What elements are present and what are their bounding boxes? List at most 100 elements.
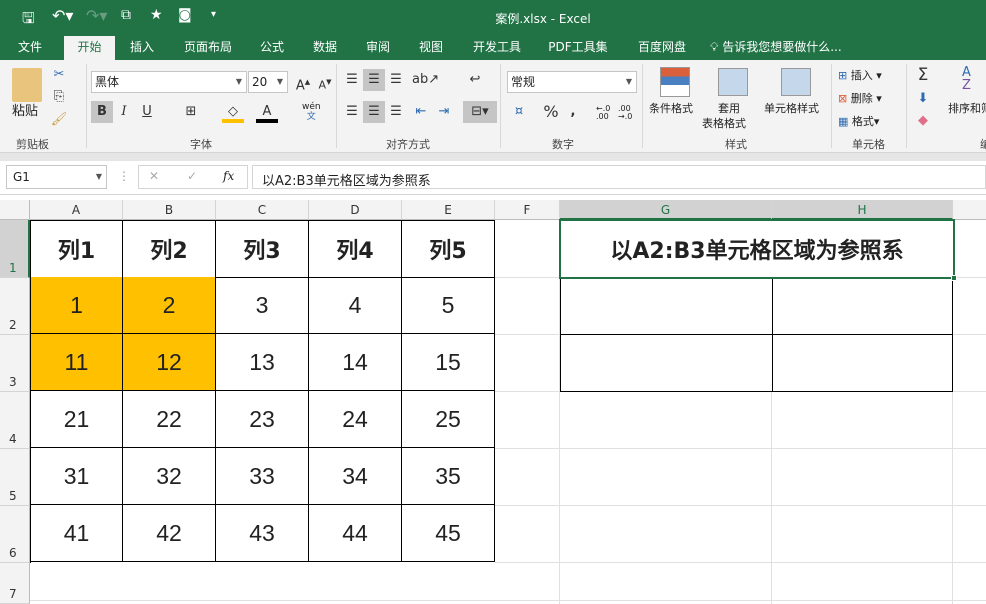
decrease-decimal-button[interactable]: .00 →.0 — [618, 105, 632, 121]
decrease-indent-icon[interactable]: ⇤ — [410, 101, 432, 123]
row-header-6[interactable]: 6 — [0, 506, 30, 563]
wrap-text-icon[interactable]: ↩ — [464, 69, 486, 91]
bold-button[interactable]: B — [91, 101, 113, 123]
tell-me-search[interactable]: 💡︎ 告诉我您想要做什么... — [710, 36, 850, 60]
table-cell[interactable]: 34 — [309, 448, 402, 505]
sort-filter-icon[interactable]: AZ — [962, 66, 971, 92]
currency-icon[interactable]: ¤ — [508, 101, 530, 123]
merge-center-icon[interactable]: ⊟▾ — [463, 101, 497, 123]
cancel-icon[interactable]: ✕ — [149, 169, 159, 183]
row-header-4[interactable]: 4 — [0, 392, 30, 449]
row-header-3[interactable]: 3 — [0, 335, 30, 392]
increase-decimal-button[interactable]: ←.0 .00 — [596, 105, 610, 121]
phonetic-button[interactable]: wén 文 — [302, 102, 321, 122]
cell-styles-button[interactable]: 单元格样式 — [764, 100, 819, 116]
comma-button[interactable]: , — [562, 101, 584, 123]
table-cell[interactable]: 32 — [123, 448, 216, 505]
row-header-2[interactable]: 2 — [0, 278, 30, 335]
tab-formulas[interactable]: 公式 — [250, 36, 294, 60]
clear-icon[interactable]: ◆ — [912, 110, 934, 132]
align-right-icon[interactable]: ☰ — [385, 101, 407, 123]
font-size-select[interactable]: 20 ▼ — [248, 71, 288, 93]
row-header-1[interactable]: 1 — [0, 220, 30, 278]
tab-home[interactable]: 开始 — [64, 36, 115, 60]
table-cell[interactable]: 25 — [402, 391, 495, 448]
paste-icon[interactable] — [12, 68, 42, 102]
column-header-f[interactable]: F — [495, 200, 560, 220]
tab-review[interactable]: 审阅 — [356, 36, 400, 60]
row-header-7[interactable]: 7 — [0, 563, 30, 604]
table-cell[interactable]: 11 — [31, 334, 123, 391]
merged-cell-g1-h1[interactable]: 以A2:B3单元格区域为参照系 — [559, 219, 955, 279]
tab-page-layout[interactable]: 页面布局 — [176, 36, 240, 60]
font-name-select[interactable]: 黑体 ▼ — [91, 71, 247, 93]
borders-icon[interactable]: ⊞ — [180, 101, 202, 123]
table-cell[interactable]: 14 — [309, 334, 402, 391]
format-table-button-line2[interactable]: 表格格式 — [702, 115, 746, 131]
orientation-icon[interactable]: ab↗ — [412, 69, 439, 91]
top-align-icon[interactable]: ☰ — [341, 69, 363, 91]
middle-align-icon[interactable]: ☰ — [363, 69, 385, 91]
cell-styles-icon[interactable] — [781, 68, 811, 96]
tab-baidu-netdisk[interactable]: 百度网盘 — [630, 36, 694, 60]
cut-icon[interactable]: ✂ — [48, 64, 70, 86]
table-cell[interactable]: 5 — [402, 277, 495, 334]
table-cell[interactable]: 44 — [309, 505, 402, 562]
increase-font-icon[interactable]: A▲ — [292, 71, 314, 93]
table-cell[interactable]: 15 — [402, 334, 495, 391]
table-cell[interactable]: 35 — [402, 448, 495, 505]
table-cell[interactable]: 33 — [216, 448, 309, 505]
fill-icon[interactable]: ⬇ — [912, 88, 934, 110]
column-title-cell[interactable]: 列5 — [402, 221, 495, 278]
table-cell[interactable]: 13 — [216, 334, 309, 391]
column-title-cell[interactable]: 列4 — [309, 221, 402, 278]
tab-insert[interactable]: 插入 — [120, 36, 164, 60]
enter-icon[interactable]: ✓ — [187, 169, 197, 183]
format-cells-button[interactable]: ▦ 格式▾ — [838, 113, 879, 129]
conditional-format-button[interactable]: 条件格式 — [649, 100, 693, 116]
select-all-button[interactable] — [0, 200, 30, 220]
number-format-select[interactable]: 常规 ▼ — [507, 71, 637, 93]
table-cell[interactable]: 21 — [31, 391, 123, 448]
row-header-5[interactable]: 5 — [0, 449, 30, 506]
table-cell[interactable]: 22 — [123, 391, 216, 448]
tab-view[interactable]: 视图 — [409, 36, 453, 60]
fill-handle[interactable] — [951, 275, 957, 281]
sort-filter-button[interactable]: 排序和筛 — [948, 100, 986, 116]
conditional-format-icon[interactable] — [660, 67, 690, 97]
delete-cells-button[interactable]: ⊠ 删除 ▾ — [838, 90, 882, 106]
copy-icon[interactable]: ⎘ — [48, 86, 70, 108]
font-color-icon[interactable]: A — [256, 101, 278, 123]
fill-color-icon[interactable]: ◇ — [222, 101, 244, 123]
underline-button[interactable]: U — [136, 101, 158, 123]
table-cell[interactable]: 43 — [216, 505, 309, 562]
column-header-g[interactable]: G — [560, 200, 772, 220]
column-header-b[interactable]: B — [123, 200, 216, 220]
column-header-d[interactable]: D — [309, 200, 402, 220]
format-table-icon[interactable] — [718, 68, 748, 96]
table-cell[interactable]: 12 — [123, 334, 216, 391]
tab-file[interactable]: 文件 — [8, 36, 52, 60]
italic-button[interactable]: I — [113, 101, 135, 123]
format-table-button-line1[interactable]: 套用 — [718, 100, 740, 116]
tab-data[interactable]: 数据 — [303, 36, 347, 60]
align-center-icon[interactable]: ☰ — [363, 101, 385, 123]
table-cell[interactable]: 3 — [216, 277, 309, 334]
worksheet-grid[interactable]: A B C D E F G H 1 2 3 4 5 6 7 列1 列2 列3 列4 列5… — [0, 200, 986, 604]
column-header-c[interactable]: C — [216, 200, 309, 220]
table-cell[interactable]: 31 — [31, 448, 123, 505]
percent-button[interactable]: % — [540, 101, 562, 123]
table-cell[interactable]: 41 — [31, 505, 123, 562]
insert-cells-button[interactable]: ⊞ 插入 ▾ — [838, 67, 882, 83]
decrease-font-icon[interactable]: A▼ — [314, 71, 336, 93]
column-title-cell[interactable]: 列2 — [123, 221, 216, 278]
table-cell[interactable]: 42 — [123, 505, 216, 562]
paste-button[interactable]: 粘贴 — [12, 100, 38, 119]
autosum-icon[interactable]: Σ — [912, 64, 934, 86]
column-title-cell[interactable]: 列1 — [31, 221, 123, 278]
formula-input[interactable]: 以A2:B3单元格区域为参照系 — [252, 165, 986, 189]
table-cell[interactable]: 4 — [309, 277, 402, 334]
format-painter-icon[interactable]: 🖌︎ — [48, 109, 70, 131]
column-title-cell[interactable]: 列3 — [216, 221, 309, 278]
tab-developer[interactable]: 开发工具 — [465, 36, 529, 60]
